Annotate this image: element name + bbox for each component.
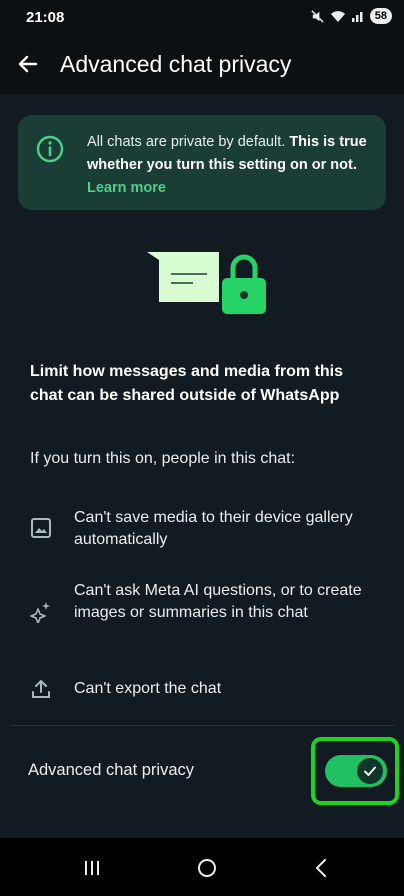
toggle-knob bbox=[357, 758, 383, 784]
learn-more-link[interactable]: Learn more bbox=[87, 180, 166, 196]
status-icons: 58 bbox=[310, 8, 392, 24]
back-button[interactable] bbox=[14, 50, 42, 78]
back-nav-icon bbox=[316, 859, 326, 877]
privacy-illustration bbox=[145, 250, 270, 318]
signal-icon bbox=[351, 9, 365, 23]
setting-label: Advanced chat privacy bbox=[28, 761, 195, 779]
back-nav-button[interactable] bbox=[308, 854, 336, 882]
divider bbox=[10, 725, 394, 726]
info-circle-icon bbox=[35, 134, 65, 164]
advanced-privacy-toggle[interactable] bbox=[325, 755, 387, 787]
sparkle-icon bbox=[30, 601, 52, 624]
system-nav-bar bbox=[0, 838, 404, 896]
info-banner: All chats are private by default. This i… bbox=[18, 115, 386, 210]
mute-icon bbox=[310, 9, 325, 24]
check-icon bbox=[364, 766, 376, 776]
feature-item-export: Can't export the chat bbox=[74, 680, 222, 697]
home-button[interactable] bbox=[193, 854, 221, 882]
upload-icon bbox=[30, 678, 52, 700]
recents-button[interactable] bbox=[78, 854, 106, 882]
status-bar: 21:08 58 bbox=[0, 0, 404, 34]
recents-icon bbox=[85, 861, 99, 875]
main-heading: Limit how messages and media from this c… bbox=[30, 363, 343, 404]
battery-icon: 58 bbox=[369, 8, 392, 24]
page-title: Advanced chat privacy bbox=[60, 51, 292, 77]
arrow-left-icon bbox=[18, 55, 38, 73]
info-text: All chats are private by default. This i… bbox=[87, 131, 377, 200]
subheading: If you turn this on, people in this chat… bbox=[30, 450, 296, 467]
image-icon bbox=[30, 517, 52, 539]
wifi-icon bbox=[330, 9, 346, 23]
status-time: 21:08 bbox=[26, 9, 65, 26]
info-text-normal: All chats are private by default. bbox=[87, 134, 290, 150]
feature-item-meta-ai: Can't ask Meta AI questions, or to creat… bbox=[74, 582, 362, 621]
screen: 21:08 58 Advanced chat privacy All chats… bbox=[0, 0, 404, 896]
app-bar: Advanced chat privacy bbox=[0, 34, 404, 94]
home-icon bbox=[198, 859, 216, 877]
feature-item-media: Can't save media to their device gallery… bbox=[74, 509, 353, 548]
